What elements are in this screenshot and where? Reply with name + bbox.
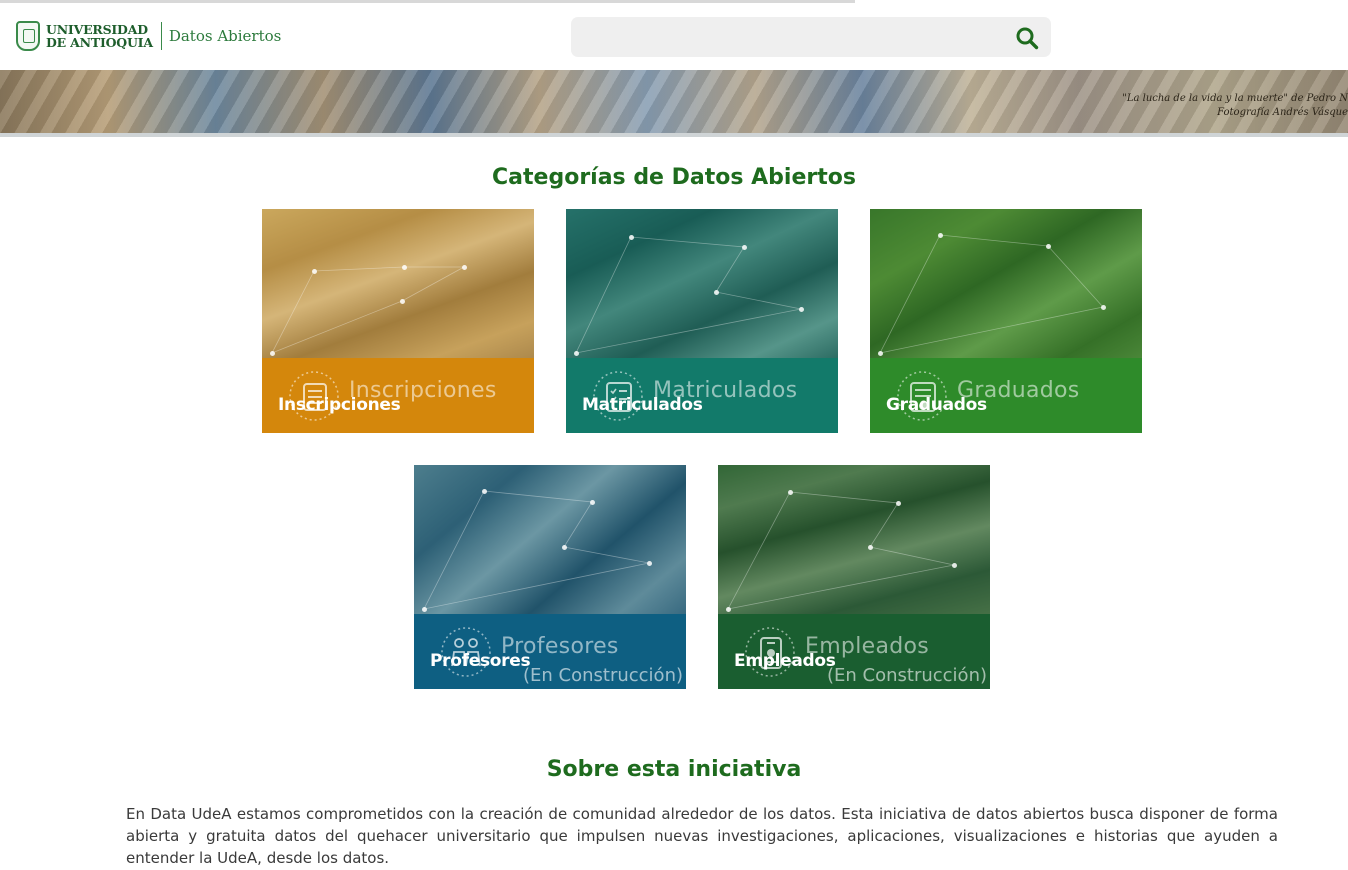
network-dot <box>896 501 901 506</box>
banner-caption-line-2: Fotografía Andrés Vásque <box>1217 107 1348 118</box>
network-dot <box>868 545 873 550</box>
network-dot <box>1046 244 1051 249</box>
network-dot <box>312 269 317 274</box>
network-dot <box>726 607 731 612</box>
network-dot <box>562 545 567 550</box>
network-dot <box>788 490 793 495</box>
network-dot <box>1101 305 1106 310</box>
banner-caption-line-1: "La lucha de la vida y la muerte" de Ped… <box>1122 93 1348 104</box>
network-dot <box>647 561 652 566</box>
network-dot <box>462 265 467 270</box>
site-header: UNIVERSIDAD DE ANTIOQUIA Datos Abiertos <box>0 4 1348 70</box>
logo-line-2: DE ANTIOQUIA <box>46 35 153 50</box>
search-input[interactable] <box>571 17 1051 57</box>
browser-top-line <box>0 0 855 3</box>
network-dot <box>270 351 275 356</box>
categories-title: Categorías de Datos Abiertos <box>492 165 856 190</box>
category-card-inscripciones[interactable]: Inscripciones Inscripciones <box>262 209 534 433</box>
university-seal-icon <box>16 21 40 51</box>
network-dot <box>482 489 487 494</box>
network-dot <box>422 607 427 612</box>
about-title: Sobre esta iniciativa <box>546 757 802 782</box>
category-card-matriculados[interactable]: Matriculados Matriculados <box>566 209 838 433</box>
category-label[interactable]: Matriculados <box>582 395 703 415</box>
network-dot <box>629 235 634 240</box>
network-dot <box>938 233 943 238</box>
banner-divider <box>0 133 1348 137</box>
search-icon[interactable] <box>1015 26 1039 50</box>
network-dot <box>402 265 407 270</box>
category-card-empleados[interactable]: Empleados (En Construcción) Empleados <box>718 465 990 689</box>
university-logo[interactable]: UNIVERSIDAD DE ANTIOQUIA Datos Abiertos <box>16 18 281 54</box>
network-dot <box>574 351 579 356</box>
network-dot <box>590 500 595 505</box>
category-label[interactable]: Graduados <box>886 395 987 415</box>
logo-product-name: Datos Abiertos <box>168 27 282 45</box>
about-text: En Data UdeA estamos comprometidos con l… <box>126 805 1278 867</box>
network-dot <box>799 307 804 312</box>
logo-university-name: UNIVERSIDAD DE ANTIOQUIA <box>46 23 153 49</box>
category-label[interactable]: Profesores <box>430 651 531 671</box>
network-dot <box>878 351 883 356</box>
network-dot <box>400 299 405 304</box>
network-dot <box>714 290 719 295</box>
category-status: (En Construcción) <box>523 665 683 686</box>
category-card-profesores[interactable]: Profesores (En Construcción) Profesores <box>414 465 686 689</box>
category-status: (En Construcción) <box>827 665 987 686</box>
network-dot <box>742 245 747 250</box>
category-label[interactable]: Empleados <box>734 651 836 671</box>
category-label[interactable]: Inscripciones <box>278 395 401 415</box>
category-card-graduados[interactable]: Graduados Graduados <box>870 209 1142 433</box>
banner-caption: "La lucha de la vida y la muerte" de Ped… <box>1122 92 1348 120</box>
network-dot <box>952 563 957 568</box>
logo-divider <box>160 22 162 50</box>
mural-banner: "La lucha de la vida y la muerte" de Ped… <box>0 70 1348 133</box>
